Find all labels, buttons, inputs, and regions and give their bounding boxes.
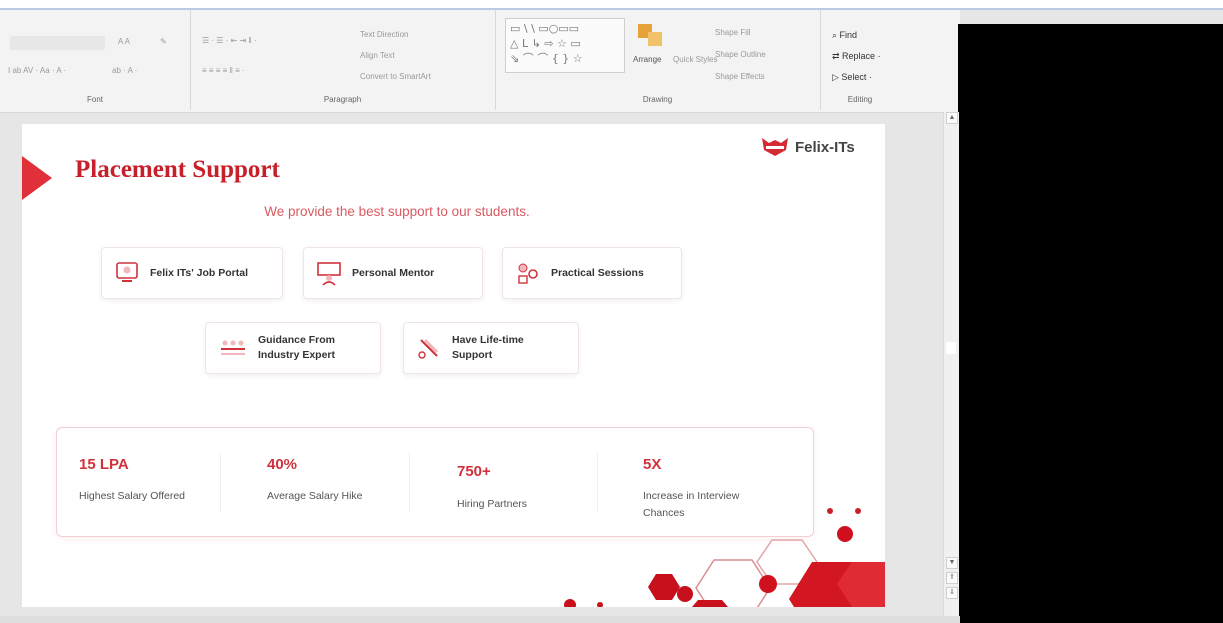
drawing-group: ▭ \ \ ▭○▭▭ △ L ↳ ⇨ ☆ ▭ ⇘ ⌒ ⌒ { } ☆ Arran… bbox=[495, 10, 821, 110]
shape-outline-button[interactable]: Shape Outline bbox=[715, 50, 766, 59]
arrange-button[interactable]: Arrange bbox=[633, 55, 661, 64]
clear-format-icon[interactable]: ✎ bbox=[160, 37, 167, 46]
font-group: A A ✎ I ab AV · Aa · A · ab · A · Font bbox=[0, 10, 191, 110]
bullets-icon[interactable]: ☰ · ☰ · ⇤ ⇥ ‖ · bbox=[202, 36, 257, 45]
paragraph-group: ☰ · ☰ · ⇤ ⇥ ‖ · ≡ ≡ ≡ ≡ ‖ ≡ · Text Direc… bbox=[190, 10, 496, 110]
ribbon: A A ✎ I ab AV · Aa · A · ab · A · Font ☰… bbox=[0, 10, 960, 113]
editing-group-label: Editing bbox=[847, 95, 873, 104]
font-group-label: Font bbox=[86, 95, 103, 104]
align-text-button[interactable]: Align Text bbox=[360, 51, 395, 60]
scroll-thumb[interactable] bbox=[946, 342, 956, 354]
grow-font-icon[interactable]: A A bbox=[118, 37, 130, 46]
hexagon-decoration bbox=[564, 508, 885, 607]
window-top-border bbox=[0, 0, 1223, 10]
shape-effects-button[interactable]: Shape Effects bbox=[715, 72, 765, 81]
status-strip bbox=[0, 616, 960, 623]
font-size-dropdown[interactable] bbox=[10, 36, 105, 50]
scroll-up-icon[interactable]: ▲ bbox=[946, 112, 958, 124]
quick-styles-button[interactable]: Quick Styles bbox=[673, 55, 717, 64]
black-side-panel bbox=[958, 24, 1223, 623]
text-direction-button[interactable]: Text Direction bbox=[360, 30, 408, 39]
slide-canvas[interactable]: Placement Support We provide the best su… bbox=[22, 124, 885, 607]
editing-group: Editing bbox=[820, 10, 900, 110]
smartart-button[interactable]: Convert to SmartArt bbox=[360, 72, 431, 81]
next-slide-icon[interactable]: ⇓ bbox=[946, 587, 958, 599]
font-color-icon[interactable]: ab · A · bbox=[112, 66, 137, 75]
workarea-margin bbox=[8, 118, 22, 616]
vertical-scrollbar[interactable]: ▲ ▼ ⇑ ⇓ bbox=[943, 112, 959, 622]
font-format-icons[interactable]: I ab AV · Aa · A · bbox=[8, 66, 66, 75]
shape-fill-button[interactable]: Shape Fill bbox=[715, 28, 751, 37]
alignment-icons[interactable]: ≡ ≡ ≡ ≡ ‖ ≡ · bbox=[202, 66, 245, 75]
arrange-icon[interactable] bbox=[636, 20, 666, 48]
paragraph-group-label: Paragraph bbox=[323, 95, 362, 104]
shapes-gallery[interactable]: ▭ \ \ ▭○▭▭ △ L ↳ ⇨ ☆ ▭ ⇘ ⌒ ⌒ { } ☆ bbox=[505, 18, 625, 73]
scroll-down-icon[interactable]: ▼ bbox=[946, 557, 958, 569]
drawing-group-label: Drawing bbox=[642, 95, 673, 104]
previous-slide-icon[interactable]: ⇑ bbox=[946, 572, 958, 584]
